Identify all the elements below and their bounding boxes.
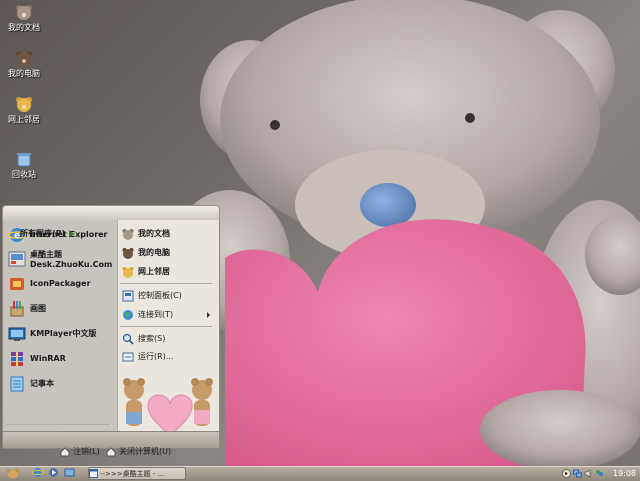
places-item-my-documents[interactable]: 我的文档 xyxy=(122,228,170,240)
menu-item-iconpackager[interactable]: IconPackager xyxy=(8,275,91,293)
bear-computer-icon xyxy=(122,248,134,259)
menu-item-notepad[interactable]: 记事本 xyxy=(8,375,54,393)
desktop-icon-recycle-bin[interactable]: 回收站 xyxy=(2,150,46,180)
desktop-icon-my-documents[interactable]: 我的文档 xyxy=(2,3,46,33)
quicklaunch-ie-icon[interactable] xyxy=(32,467,43,478)
logoff-button[interactable]: 注销(L) xyxy=(60,446,100,457)
all-programs-label: 所有程序(P) xyxy=(20,229,66,238)
tray-messenger-icon[interactable] xyxy=(595,469,604,478)
kmplayer-icon xyxy=(8,327,26,341)
notepad-icon xyxy=(10,376,24,392)
tray-volume-icon[interactable] xyxy=(584,468,593,478)
places-item-label: 运行(R)... xyxy=(138,352,174,361)
menu-item-zhuoku-theme[interactable]: 桌酷主题 Desk.ZhuoKu.Com xyxy=(8,250,112,270)
zhuoku-icon xyxy=(8,251,26,267)
logoff-house-icon xyxy=(60,446,70,456)
shutdown-label: 关闭计算机(U) xyxy=(119,447,172,456)
search-icon xyxy=(122,333,134,345)
desktop-icon-label: 我的文档 xyxy=(8,23,40,32)
taskbar-window-button[interactable]: -->>>桌酷主题 - ... xyxy=(88,467,186,480)
quicklaunch-desktop-icon[interactable] xyxy=(64,467,75,478)
desktop-icon-label: 我的电脑 xyxy=(8,69,40,78)
all-programs-button[interactable]: 所有程序(P) xyxy=(20,228,75,239)
connect-globe-icon xyxy=(123,310,133,320)
menu-item-label: WinRAR xyxy=(30,354,66,363)
window-icon xyxy=(89,469,98,478)
iconpackager-icon xyxy=(10,278,24,290)
taskbar-window-label: -->>>桌酷主题 - ... xyxy=(100,469,165,478)
places-item-network[interactable]: 网上邻居 xyxy=(122,266,170,278)
desktop-icon-label: 网上邻居 xyxy=(8,115,40,124)
run-icon xyxy=(122,352,134,362)
recycle-bin-icon xyxy=(17,153,31,167)
bear-documents-icon xyxy=(122,229,134,240)
shutdown-house-icon xyxy=(106,446,116,456)
bear-network-icon xyxy=(16,97,32,112)
bear-network-icon xyxy=(122,267,134,278)
desktop-icon-network[interactable]: 网上邻居 xyxy=(2,95,46,125)
places-item-label: 控制面板(C) xyxy=(138,291,182,300)
paint-icon xyxy=(10,301,24,317)
places-item-label: 连接到(T) xyxy=(138,310,174,319)
system-tray: 19:08 xyxy=(562,467,638,479)
bear-computer-icon xyxy=(16,51,32,66)
places-separator xyxy=(120,326,212,327)
winrar-icon xyxy=(11,352,23,366)
logoff-label: 注销(L) xyxy=(73,447,100,456)
quicklaunch-media-icon[interactable] xyxy=(48,467,59,478)
tray-network-icon[interactable] xyxy=(573,469,582,478)
desktop-icon-label: 回收站 xyxy=(12,170,36,179)
menu-item-label: IconPackager xyxy=(30,279,91,288)
shutdown-button[interactable]: 关闭计算机(U) xyxy=(106,446,171,457)
menu-item-winrar[interactable]: WinRAR xyxy=(8,350,66,368)
menu-item-label-block: 桌酷主题 Desk.ZhuoKu.Com xyxy=(30,250,112,270)
desktop-icon-my-computer[interactable]: 我的电脑 xyxy=(2,49,46,79)
programs-separator xyxy=(6,424,110,425)
taskbar-clock[interactable]: 19:08 xyxy=(613,469,638,478)
places-item-run[interactable]: 运行(R)... xyxy=(122,351,173,363)
places-item-my-computer[interactable]: 我的电脑 xyxy=(122,247,170,259)
places-item-label: 搜索(S) xyxy=(138,334,166,343)
start-button[interactable] xyxy=(2,467,24,479)
tray-arrow-icon[interactable] xyxy=(562,468,571,478)
places-item-label: 我的文档 xyxy=(138,229,170,238)
places-item-connect-to[interactable]: 连接到(T) xyxy=(122,309,214,321)
menu-item-label: 桌酷主题 xyxy=(30,250,62,259)
control-panel-icon xyxy=(122,290,134,302)
start-menu-header xyxy=(2,205,220,221)
menu-item-sublabel: Desk.ZhuoKu.Com xyxy=(30,260,113,269)
all-programs-arrow-icon xyxy=(69,229,75,238)
places-item-control-panel[interactable]: 控制面板(C) xyxy=(122,290,182,302)
start-bear-icon xyxy=(7,468,19,478)
places-separator xyxy=(120,283,212,284)
menu-item-label: KMPlayer中文版 xyxy=(30,329,97,338)
places-item-label: 网上邻居 xyxy=(138,267,170,276)
menu-item-paint[interactable]: 画图 xyxy=(8,300,46,318)
menu-item-kmplayer[interactable]: KMPlayer中文版 xyxy=(8,325,97,343)
bear-documents-icon xyxy=(16,5,32,20)
places-item-label: 我的电脑 xyxy=(138,248,170,257)
submenu-arrow-icon xyxy=(207,312,210,318)
menu-item-label: 画图 xyxy=(30,304,46,313)
places-item-search[interactable]: 搜索(S) xyxy=(122,333,165,345)
menu-item-label: 记事本 xyxy=(30,379,54,388)
